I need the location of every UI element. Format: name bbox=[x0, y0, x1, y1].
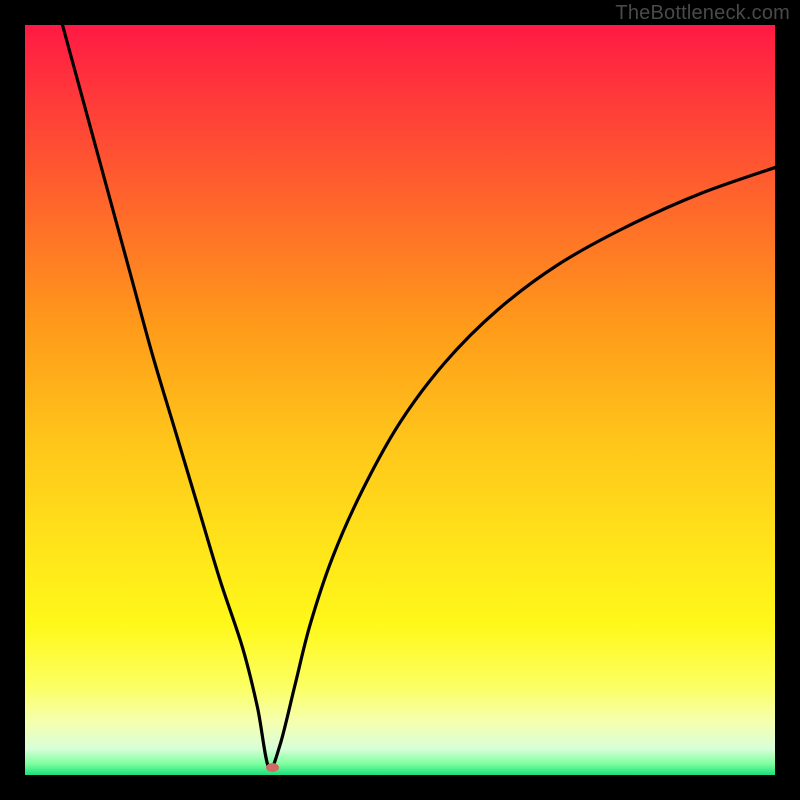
bottleneck-curve bbox=[63, 25, 776, 769]
plot-area bbox=[25, 25, 775, 775]
curve-layer bbox=[25, 25, 775, 775]
marker-point bbox=[266, 763, 279, 772]
watermark-text: TheBottleneck.com bbox=[615, 2, 790, 25]
chart-frame: TheBottleneck.com bbox=[0, 0, 800, 800]
